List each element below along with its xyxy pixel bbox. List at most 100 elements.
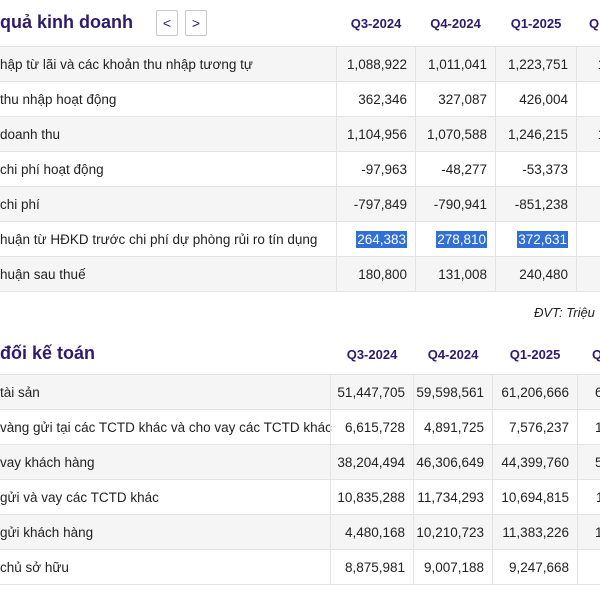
balance-row: tài sản 51,447,705 59,598,561 61,206,666 69 xyxy=(0,375,600,410)
balance-section: đối kế toán Q3-2024 Q4-2024 Q1-2025 Q tà… xyxy=(0,334,600,600)
income-value-cell xyxy=(577,82,600,116)
income-value-cell: 1,223,751 xyxy=(496,47,576,81)
balance-value-cell: 7,576,237 xyxy=(493,410,577,444)
balance-value-cell: 10 xyxy=(578,410,600,444)
income-section: quả kinh doanh < > Q3-2024 Q4-2024 Q1-20… xyxy=(0,0,600,300)
income-value: 426,004 xyxy=(519,91,568,107)
balance-row: chủ sở hữu 8,875,981 9,007,188 9,247,668 9 xyxy=(0,550,600,585)
balance-value: 4,480,168 xyxy=(344,524,405,540)
balance-col-header-2: Q4-2024 xyxy=(427,346,479,362)
balance-value-cell: 10,210,723 xyxy=(414,515,492,549)
income-value: -797,849 xyxy=(353,196,407,212)
income-value: 1,070,588 xyxy=(426,126,487,142)
balance-value-cell: 52 xyxy=(578,445,600,479)
income-value: 1,088,922 xyxy=(346,56,407,72)
balance-value: 46,306,649 xyxy=(416,454,484,470)
income-value-cell: 180,800 xyxy=(337,257,415,291)
income-col-header-4: Q xyxy=(589,15,600,31)
balance-row: vàng gửi tại các TCTD khác và cho vay cá… xyxy=(0,410,600,445)
balance-row: gửi và vay các TCTD khác 10,835,288 11,734… xyxy=(0,480,600,515)
income-value: 264,383 xyxy=(356,230,407,248)
balance-row-label: gửi và vay các TCTD khác xyxy=(0,489,159,505)
balance-value-cell: 4,891,725 xyxy=(414,410,492,444)
income-row: huận từ HĐKD trước chi phí dự phòng rủi … xyxy=(0,222,600,257)
income-value-cell: 327,087 xyxy=(416,82,495,116)
income-value: 1,104,956 xyxy=(346,126,407,142)
income-value: 278,810 xyxy=(436,230,487,248)
balance-value-cell: 11,383,226 xyxy=(493,515,577,549)
balance-value-cell: 13 xyxy=(578,515,600,549)
income-value-cell: -48,277 xyxy=(416,152,495,186)
balance-value: 51,447,705 xyxy=(337,384,405,400)
balance-value: 11 xyxy=(595,489,600,505)
income-value: 180,800 xyxy=(358,266,407,282)
income-value-cell: 372,631 xyxy=(496,222,576,256)
prev-period-button[interactable]: < xyxy=(156,10,178,36)
balance-value-cell: 11 xyxy=(578,480,600,514)
income-value: 1,246,215 xyxy=(507,126,568,142)
balance-value: 69 xyxy=(594,384,600,400)
balance-row-label: vay khách hàng xyxy=(0,454,95,470)
balance-value: 7,576,237 xyxy=(508,419,569,435)
balance-value: 10,210,723 xyxy=(416,524,484,540)
next-period-button[interactable]: > xyxy=(185,10,207,36)
income-title: quả kinh doanh xyxy=(0,12,133,32)
income-row-label: hập từ lãi và các khoản thu nhập tương t… xyxy=(0,56,253,72)
income-col-header-3: Q1-2025 xyxy=(510,15,562,31)
balance-value: 10 xyxy=(594,419,600,435)
balance-value-cell: 51,447,705 xyxy=(331,375,413,409)
balance-value-cell: 46,306,649 xyxy=(414,445,492,479)
income-value-cell: -790,941 xyxy=(416,187,495,221)
income-value: -790,941 xyxy=(433,196,487,212)
balance-value-cell: 61,206,666 xyxy=(493,375,577,409)
income-value-cell: 240,480 xyxy=(496,257,576,291)
balance-value-cell: 59,598,561 xyxy=(414,375,492,409)
balance-value: 6,615,728 xyxy=(344,419,405,435)
balance-value-cell: 9 xyxy=(578,550,600,584)
income-row: doanh thu 1,104,956 1,070,588 1,246,215 1, xyxy=(0,117,600,152)
income-value-cell: 1,104,956 xyxy=(337,117,415,151)
income-value: 131,008 xyxy=(438,266,487,282)
balance-value-cell: 4,480,168 xyxy=(331,515,413,549)
balance-value: 52 xyxy=(594,454,600,470)
balance-value-cell: 44,399,760 xyxy=(493,445,577,479)
balance-value: 59,598,561 xyxy=(416,384,484,400)
income-value: 240,480 xyxy=(519,266,568,282)
balance-value-cell: 9,007,188 xyxy=(414,550,492,584)
balance-value: 11,383,226 xyxy=(502,524,569,540)
income-value-cell: 1, xyxy=(577,117,600,151)
balance-value: 44,399,760 xyxy=(501,454,569,470)
income-value: 327,087 xyxy=(438,91,487,107)
income-value-cell: 278,810 xyxy=(416,222,495,256)
balance-col-header-4: Q xyxy=(592,346,600,362)
income-value-cell: 1,246,215 xyxy=(496,117,576,151)
income-value-cell: 1,070,588 xyxy=(416,117,495,151)
income-row: chi phí -797,849 -790,941 -851,238- xyxy=(0,187,600,222)
income-value-cell xyxy=(577,222,600,256)
unit-note-visible: ĐVT: Triệu xyxy=(534,305,595,320)
income-row: thu nhập hoạt động 362,346 327,087 426,004 xyxy=(0,82,600,117)
balance-value-cell: 10,694,815 xyxy=(493,480,577,514)
balance-value: 38,204,494 xyxy=(337,454,405,470)
balance-value-cell: 69 xyxy=(578,375,600,409)
income-value: 1,223,751 xyxy=(507,56,568,72)
income-row-label: thu nhập hoạt động xyxy=(0,91,117,107)
income-col-header-2: Q4-2024 xyxy=(430,15,481,31)
income-value-cell: - xyxy=(577,187,600,221)
balance-row-label: tài sản xyxy=(0,384,40,400)
balance-value: 4,891,725 xyxy=(423,419,484,435)
balance-row-label: chủ sở hữu xyxy=(0,559,69,575)
income-value-cell xyxy=(577,257,600,291)
income-row-label: huận từ HĐKD trước chi phí dự phòng rủi … xyxy=(0,231,318,247)
income-value-cell: -851,238 xyxy=(496,187,576,221)
balance-value: 9,007,188 xyxy=(423,559,484,575)
income-value-cell: 264,383 xyxy=(337,222,415,256)
balance-row-label: vàng gửi tại các TCTD khác và cho vay cá… xyxy=(0,419,332,435)
balance-value-cell: 9,247,668 xyxy=(493,550,577,584)
balance-value: 13 xyxy=(594,524,600,540)
income-value-cell: 1,011,041 xyxy=(416,47,495,81)
income-value-cell: -97,963 xyxy=(337,152,415,186)
income-value-cell: -797,849 xyxy=(337,187,415,221)
income-row-label: chi phí hoạt động xyxy=(0,161,104,177)
balance-col-header-1: Q3-2024 xyxy=(346,346,398,362)
